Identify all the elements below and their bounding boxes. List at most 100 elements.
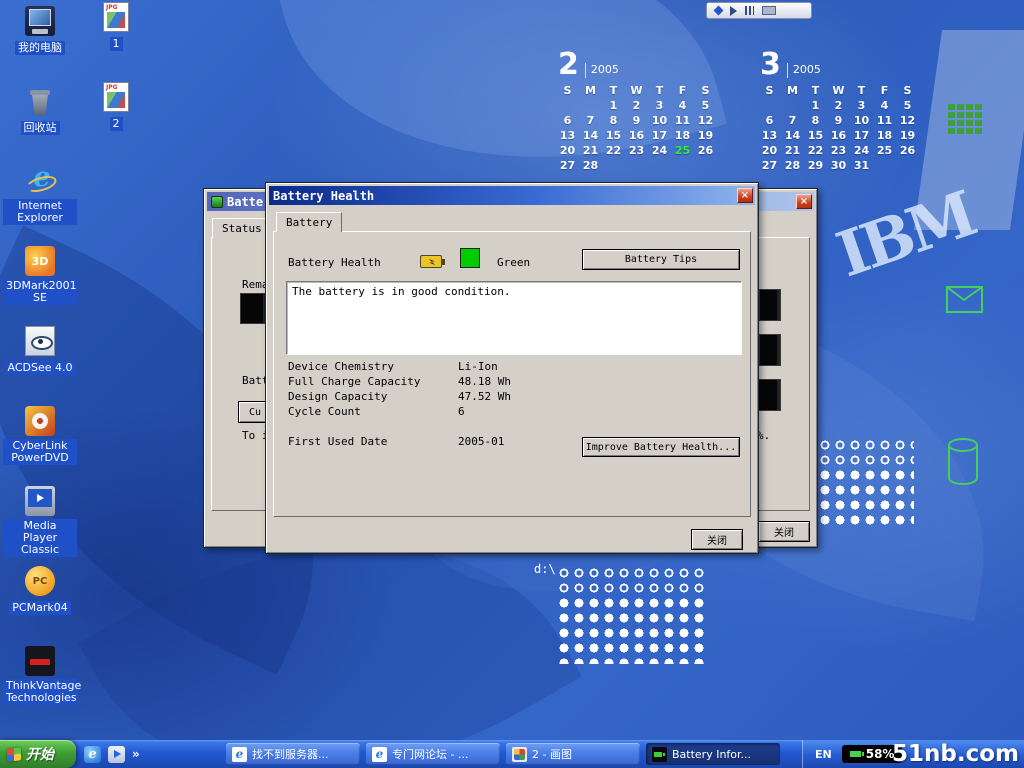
close-icon[interactable]: ×: [737, 188, 753, 203]
start-button[interactable]: 开始: [0, 740, 76, 768]
detail-label: Design Capacity: [288, 390, 458, 405]
calendar-day: [602, 159, 625, 174]
calendar-weekday: F: [671, 84, 694, 99]
calendar-day: 25: [873, 144, 896, 159]
battery-details: Device ChemistryLi-IonFull Charge Capaci…: [288, 360, 511, 420]
wallpaper-dots: [818, 438, 914, 468]
desktop-file-2[interactable]: 2: [88, 82, 144, 131]
close-button[interactable]: 关闭: [691, 529, 743, 550]
battery-health-titlebar[interactable]: Battery Health ×: [269, 186, 755, 205]
close-icon[interactable]: ×: [796, 194, 812, 209]
acdsee-icon: [25, 326, 55, 356]
calendar-day: 4: [671, 99, 694, 114]
improve-battery-health-button[interactable]: Improve Battery Health...: [582, 437, 740, 457]
calendar-grid: SMTWTFS123456789101112131415161718192021…: [758, 84, 919, 174]
close-button[interactable]: 关闭: [758, 521, 810, 542]
battery-detail-row: Full Charge Capacity48.18 Wh: [288, 375, 511, 390]
tab-battery[interactable]: Battery: [276, 212, 342, 232]
start-label: 开始: [26, 744, 54, 764]
desktop-icon-acdsee[interactable]: ACDSee 4.0: [2, 326, 78, 375]
detail-value: 47.52 Wh: [458, 390, 511, 405]
condition-textbox[interactable]: The battery is in good condition.: [286, 281, 742, 355]
calendar-day: 9: [625, 114, 648, 129]
calendar-day: 14: [579, 129, 602, 144]
taskbar-task[interactable]: Battery Infor...: [646, 743, 780, 765]
battery-detail-row: Device ChemistryLi-Ion: [288, 360, 511, 375]
internet-explorer-icon[interactable]: [84, 746, 101, 763]
diamond-icon: [714, 6, 724, 16]
calendar-day: [625, 159, 648, 174]
calendar-day: 16: [625, 129, 648, 144]
calendar-day: 4: [873, 99, 896, 114]
calendar-day: 7: [579, 114, 602, 129]
tab-status[interactable]: Status: [212, 218, 272, 238]
taskbar-task[interactable]: 专门网论坛 - ...: [366, 743, 500, 765]
wallpaper-grid-icon: [948, 104, 986, 138]
desktop-file-label: 2: [110, 117, 123, 131]
first-used-label: First Used Date: [288, 435, 458, 450]
jpg-file-icon: [103, 2, 129, 32]
desktop-icon-label: PCMark04: [9, 601, 70, 615]
battery-detail-row: Cycle Count6: [288, 405, 511, 420]
calendar-weekday: S: [896, 84, 919, 99]
dialog-title: Battery Health: [273, 189, 374, 203]
recycle-bin-icon: [25, 86, 55, 116]
wallpaper-dots: [818, 468, 914, 526]
mpc-icon: [25, 486, 55, 516]
calendar-day: 27: [556, 159, 579, 174]
status-swatch: [460, 248, 480, 268]
powerdvd-icon: [25, 406, 55, 436]
desktop-icon-my-computer[interactable]: 我的电脑: [2, 6, 78, 55]
desktop-icon-pcmark[interactable]: PCMark04: [2, 566, 78, 615]
battery-gauge: [759, 334, 781, 366]
calendar-year: 2005: [787, 63, 821, 78]
calendar-day: 8: [602, 114, 625, 129]
battery-tips-button[interactable]: Battery Tips: [582, 249, 740, 270]
calendar-day: 8: [804, 114, 827, 129]
taskbar-task[interactable]: 找不到服务器...: [226, 743, 360, 765]
calendar-day: 22: [602, 144, 625, 159]
media-player-icon[interactable]: [108, 746, 125, 763]
thinkvantage-icon: [25, 646, 55, 676]
desktop-icon-internet-explorer[interactable]: Internet Explorer: [2, 166, 78, 225]
detail-label: Full Charge Capacity: [288, 375, 458, 390]
calendar-day: 10: [850, 114, 873, 129]
desktop-file-1[interactable]: 1: [88, 2, 144, 51]
calendar-day: 24: [648, 144, 671, 159]
calendar-day: 25: [671, 144, 694, 159]
quick-launch-expand-icon[interactable]: »: [132, 747, 140, 761]
calendar-day: 14: [781, 129, 804, 144]
desktop-icon-thinkvantage[interactable]: ThinkVantage Technologies: [2, 646, 78, 705]
speaker-icon: [730, 6, 737, 16]
language-indicator[interactable]: EN: [815, 748, 832, 761]
calendar-day: [556, 99, 579, 114]
calendar-day: 5: [694, 99, 717, 114]
desktop[interactable]: 2 2005 SMTWTFS12345678910111213141516171…: [0, 0, 1024, 768]
desktop-icon-recycle-bin[interactable]: 回收站: [2, 86, 78, 135]
battery-health-dialog[interactable]: Battery Health × Battery Battery Health …: [265, 182, 759, 554]
envelope-icon: [946, 286, 984, 314]
calendar-day: 13: [556, 129, 579, 144]
calendar-day: 3: [648, 99, 671, 114]
calendar-day: 15: [804, 129, 827, 144]
equalizer-icon: [745, 6, 754, 15]
desktop-icon-label: 我的电脑: [15, 41, 65, 55]
calendar-day: 26: [694, 144, 717, 159]
osd-toolbar[interactable]: [706, 2, 812, 19]
calendar-day: 20: [758, 144, 781, 159]
taskbar[interactable]: 开始 » 找不到服务器... 专门网论坛 - ... 2 - 画图 Battery I…: [0, 740, 1024, 768]
calendar-day: 23: [625, 144, 648, 159]
desktop-icon-mpc[interactable]: Media Player Classic: [2, 486, 78, 557]
calendar-day: 18: [671, 129, 694, 144]
calendar-month: 3: [760, 52, 781, 78]
taskbar-task[interactable]: 2 - 画图: [506, 743, 640, 765]
desktop-icon-powerdvd[interactable]: CyberLink PowerDVD: [2, 406, 78, 465]
first-used-value: 2005-01: [458, 435, 504, 450]
desktop-icon-3dmark[interactable]: 3DMark2001 SE: [2, 246, 78, 305]
calendar-day: [781, 99, 804, 114]
calendar-day: 24: [850, 144, 873, 159]
calendar-day: 18: [873, 129, 896, 144]
calendar-day: 12: [896, 114, 919, 129]
calendar-weekday: M: [781, 84, 804, 99]
ie-page-icon: [372, 747, 387, 762]
